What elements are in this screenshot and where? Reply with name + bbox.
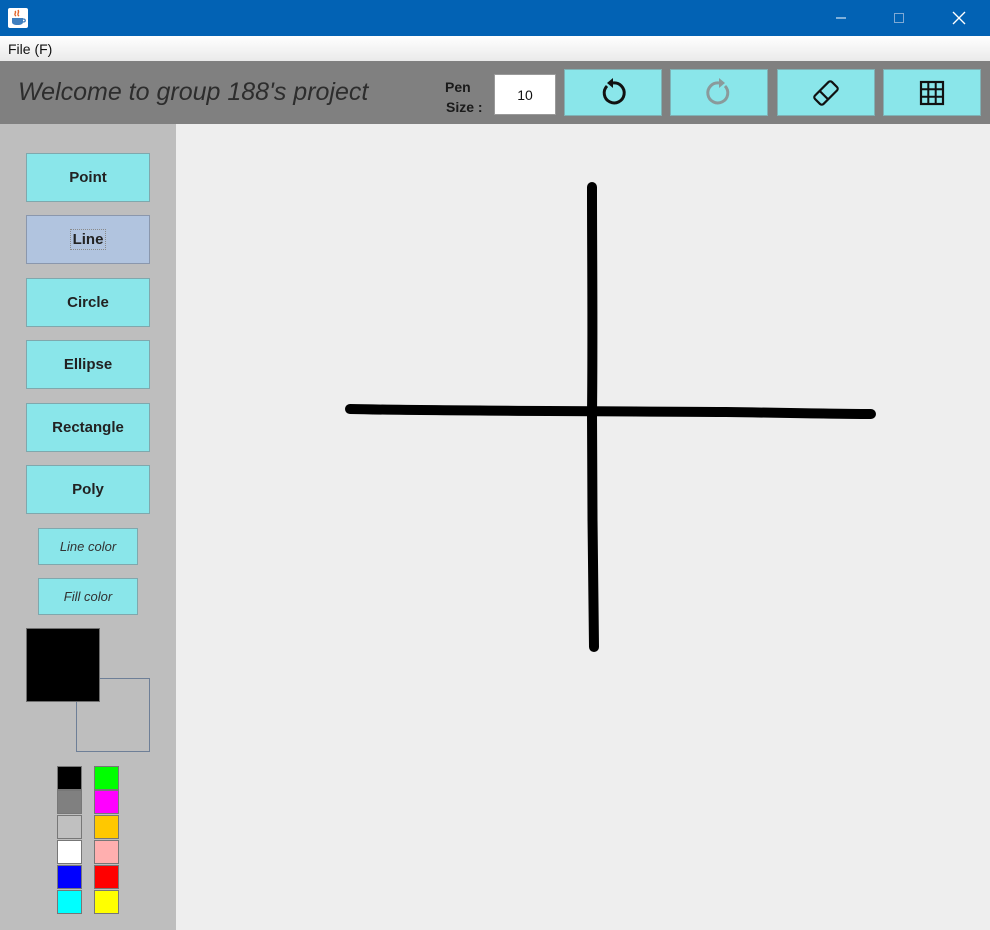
swatch-orange[interactable]: [94, 815, 119, 839]
rectangle-button-label: Rectangle: [52, 419, 124, 436]
swatch-white[interactable]: [57, 840, 82, 864]
pen-size-label-line2: Size :: [446, 99, 483, 115]
drawing-canvas[interactable]: [176, 124, 990, 930]
rectangle-button[interactable]: Rectangle: [26, 403, 150, 452]
poly-button-label: Poly: [72, 481, 104, 498]
swatch-red[interactable]: [94, 865, 119, 889]
swatch-gray[interactable]: [57, 790, 82, 814]
swatch-blue[interactable]: [57, 865, 82, 889]
grid-button[interactable]: [883, 69, 981, 116]
close-icon: [952, 11, 966, 25]
canvas-drawing: [345, 182, 876, 652]
menu-file-label: File (F): [8, 41, 53, 57]
menu-bar: File (F): [0, 36, 990, 61]
vertical-line-stroke: [586, 182, 599, 652]
line-color-button[interactable]: Line color: [38, 528, 138, 565]
grid-icon: [919, 80, 945, 105]
pen-size-input[interactable]: [494, 74, 556, 115]
eraser-icon: [813, 79, 839, 106]
swatch-light-gray[interactable]: [57, 815, 82, 839]
fill-color-label: Fill color: [63, 589, 113, 604]
fill-color-button[interactable]: Fill color: [38, 578, 138, 615]
poly-button[interactable]: Poly: [26, 465, 150, 514]
undo-button[interactable]: [564, 69, 662, 116]
close-button[interactable]: [930, 0, 988, 36]
redo-button[interactable]: [670, 69, 768, 116]
redo-icon: [706, 77, 730, 104]
pen-size-label: Pen Size :: [445, 77, 489, 117]
horizontal-line-stroke: [345, 404, 876, 419]
maximize-icon: [894, 13, 904, 23]
eraser-button[interactable]: [777, 69, 875, 116]
line-button[interactable]: Line: [26, 215, 150, 264]
menu-file[interactable]: File (F): [8, 41, 52, 57]
welcome-text: Welcome to group 188's project: [18, 78, 369, 106]
java-app-icon: [8, 8, 28, 28]
swatch-yellow[interactable]: [94, 890, 119, 914]
ellipse-button[interactable]: Ellipse: [26, 340, 150, 389]
toolbar: Welcome to group 188's project Pen Size …: [0, 61, 990, 124]
point-button[interactable]: Point: [26, 153, 150, 202]
swatch-green[interactable]: [94, 766, 119, 790]
swatch-magenta[interactable]: [94, 790, 119, 814]
pen-size-label-line1: Pen: [445, 79, 471, 95]
undo-icon: [602, 77, 626, 104]
current-line-color-preview[interactable]: [26, 628, 100, 702]
maximize-button[interactable]: [870, 0, 928, 36]
minimize-icon: [836, 17, 846, 19]
point-button-label: Point: [69, 169, 107, 186]
swatch-cyan[interactable]: [57, 890, 82, 914]
ellipse-button-label: Ellipse: [63, 356, 113, 373]
line-button-label: Line: [69, 229, 107, 250]
minimize-button[interactable]: [812, 0, 870, 36]
swatch-black[interactable]: [57, 766, 82, 790]
swatch-pink[interactable]: [94, 840, 119, 864]
circle-button-label: Circle: [67, 294, 109, 311]
circle-button[interactable]: Circle: [26, 278, 150, 327]
line-color-label: Line color: [59, 539, 117, 554]
window-title-bar[interactable]: [0, 0, 990, 36]
